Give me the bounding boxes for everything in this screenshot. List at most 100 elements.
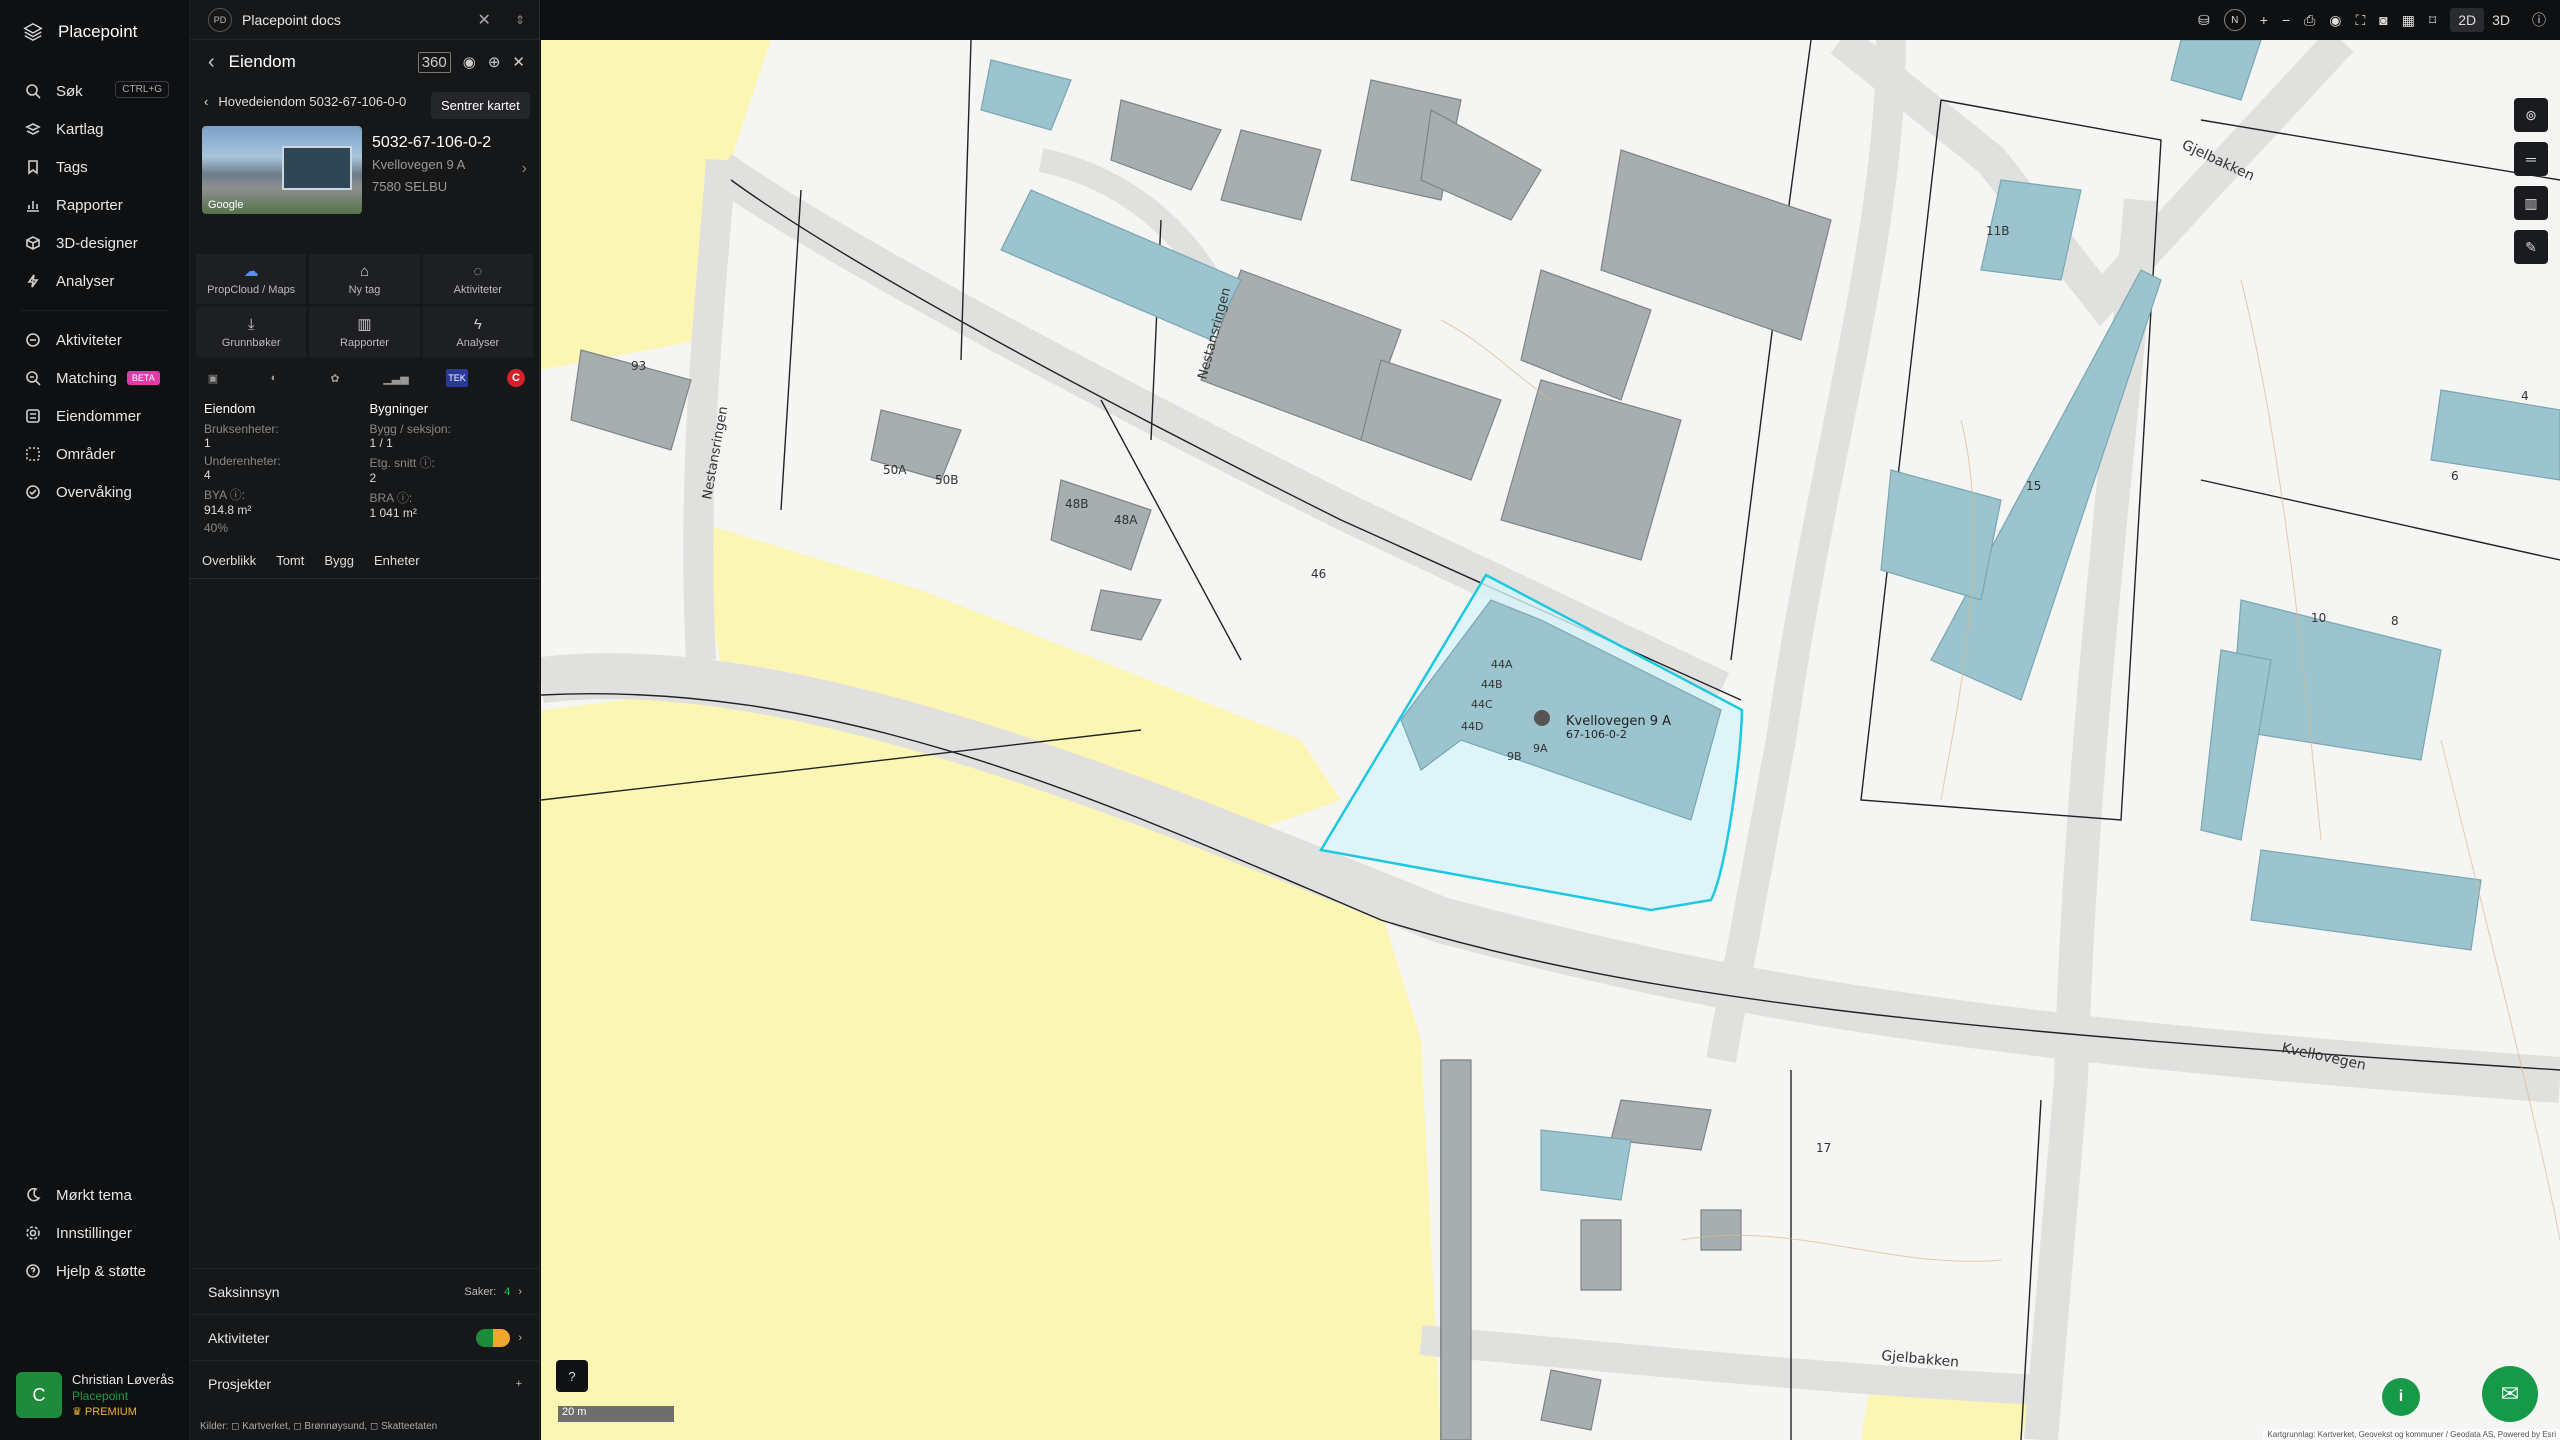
house-number: 17: [1816, 1141, 1831, 1155]
camera-icon[interactable]: ◙: [2379, 12, 2387, 28]
user-profile[interactable]: C Christian Løverås Placepoint ♛ PREMIUM: [16, 1372, 182, 1426]
globe-icon[interactable]: ◐: [263, 369, 285, 387]
mode-3d-button[interactable]: 3D: [2484, 8, 2518, 32]
eye-icon[interactable]: ◉: [463, 53, 476, 71]
c-icon[interactable]: C: [507, 369, 525, 387]
layers-stack-icon[interactable]: ⛁: [2198, 12, 2210, 29]
brand-name: Placepoint: [58, 22, 138, 41]
map-toolbar: ⛁ N + − ⎙ ◉ ⛶ ◙ ▦ ⌑ 2D 3D ⓘ: [541, 0, 2560, 40]
eye-icon[interactable]: ◉: [2329, 12, 2341, 29]
tek-icon[interactable]: TEK: [446, 369, 468, 387]
map-side-tools: ⊚ ═ ▥ ✎: [2514, 98, 2548, 264]
plant-icon[interactable]: ✿: [324, 369, 346, 387]
chart-icon[interactable]: ▥: [2514, 186, 2548, 220]
grid-icon[interactable]: ▦: [2402, 12, 2415, 29]
brand[interactable]: Placepoint: [0, 0, 189, 64]
chevron-right-icon: ›: [518, 1285, 522, 1298]
fullscreen-icon[interactable]: ⛶: [2355, 12, 2365, 29]
document-icon[interactable]: ▣: [202, 369, 224, 387]
streetview-icon[interactable]: 360: [417, 51, 451, 73]
print-icon[interactable]: ⎙: [2304, 12, 2315, 29]
panel-header: ‹ Eiendom 360 ◉ ⊕ ✕: [190, 40, 539, 84]
nav-label: Mørkt tema: [56, 1186, 132, 1204]
saksinnsyn-section[interactable]: Saksinnsyn Saker: 4 ›: [190, 1268, 540, 1314]
info-icon[interactable]: ⓘ: [2532, 10, 2546, 30]
tab-units[interactable]: Enheter: [374, 553, 420, 568]
integration-icons: ▣ ◐ ✿ ▁▃▅ TEK C: [190, 357, 539, 395]
avatar: C: [16, 1372, 62, 1418]
stat-label: Bygg / seksjon:: [369, 422, 451, 436]
signal-icon[interactable]: ▁▃▅: [383, 369, 408, 387]
beta-badge: BETA: [126, 371, 160, 385]
nav-dark-theme[interactable]: Mørkt tema: [0, 1176, 190, 1214]
nav-activities[interactable]: Aktiviteter: [0, 321, 189, 359]
nav-properties[interactable]: Eiendommer: [0, 397, 189, 435]
zoom-out-icon[interactable]: −: [2282, 12, 2290, 28]
nav-label: Eiendommer: [56, 407, 142, 425]
draw-icon[interactable]: ✎: [2514, 230, 2548, 264]
location-pin-icon[interactable]: [1534, 710, 1550, 726]
map-canvas[interactable]: Kvellovegen 9 A 67-106-0-2 Kvellovegen G…: [541, 40, 2560, 1440]
chat-icon: ◌: [473, 262, 483, 280]
nav-help[interactable]: Hjelp & støtte: [0, 1252, 190, 1290]
nav-search[interactable]: Søk CTRL+G: [0, 72, 189, 110]
nav-reports[interactable]: Rapporter: [0, 186, 189, 224]
docs-badge: PD: [208, 7, 232, 32]
main-sidebar: Placepoint Søk CTRL+G Kartlag Tags Rappor…: [0, 0, 190, 1440]
reports-button[interactable]: ▥ Rapporter: [309, 307, 420, 357]
propcloud-button[interactable]: ☁ PropCloud / Maps: [196, 254, 307, 304]
list-icon: [24, 407, 42, 425]
new-tag-button[interactable]: ⌂ Ny tag: [309, 254, 420, 304]
stat-value: 2: [369, 471, 377, 485]
mode-2d-button[interactable]: 2D: [2450, 8, 2485, 32]
stat-label: Etg. snitt ⓘ:: [369, 456, 435, 470]
nav-analyses[interactable]: Analyser: [0, 262, 189, 300]
back-icon[interactable]: ‹: [208, 51, 215, 74]
button-label: Aktiviteter: [453, 283, 502, 296]
tab-building[interactable]: Bygg: [324, 553, 354, 568]
nav-layers[interactable]: Kartlag: [0, 110, 189, 148]
nav-label: Kartlag: [56, 120, 104, 138]
watch-icon: [24, 483, 42, 501]
nav-3d-designer[interactable]: 3D-designer: [0, 224, 189, 262]
chevron-updown-icon[interactable]: ⇕: [515, 13, 525, 27]
property-card[interactable]: Google 5032-67-106-0-2 Kvellovegen 9 A 7…: [190, 118, 539, 254]
nav-label: Innstillinger: [56, 1224, 132, 1242]
chat-icon[interactable]: ✉: [2482, 1366, 2538, 1422]
activities-button[interactable]: ◌ Aktiviteter: [422, 254, 533, 304]
land-registry-button[interactable]: ⤓ Grunnbøker: [196, 307, 307, 357]
nav-monitoring[interactable]: Overvåking: [0, 473, 189, 511]
nav-areas[interactable]: Områder: [0, 435, 189, 473]
nav-settings[interactable]: Innstillinger: [0, 1214, 190, 1252]
tab-overview[interactable]: Overblikk: [202, 553, 256, 568]
count-label: Saker:: [464, 1285, 497, 1298]
compass-icon[interactable]: N: [2223, 9, 2246, 31]
close-icon[interactable]: ✕: [478, 10, 491, 30]
zoom-in-icon[interactable]: +: [2260, 12, 2268, 28]
avatars-icon: [476, 1328, 511, 1347]
projects-section[interactable]: Prosjekter +: [190, 1360, 540, 1406]
chevron-right-icon[interactable]: ›: [522, 160, 527, 246]
nav-matching[interactable]: Matching BETA: [0, 359, 189, 397]
user-org: Placepoint: [72, 1389, 129, 1403]
layers-search-icon[interactable]: ⊚: [2514, 98, 2548, 132]
house-number: 50A: [883, 463, 907, 477]
map-help-icon[interactable]: ?: [556, 1360, 588, 1392]
close-panel-icon[interactable]: ✕: [512, 53, 525, 71]
analyses-button[interactable]: ϟ Analyser: [422, 307, 533, 357]
center-map-icon[interactable]: ⊕: [488, 53, 501, 71]
nav-label: Aktiviteter: [56, 331, 122, 349]
plus-icon[interactable]: +: [516, 1378, 522, 1390]
measure-icon[interactable]: ═: [2514, 142, 2548, 176]
tab-plot[interactable]: Tomt: [276, 553, 304, 568]
bookmark-icon[interactable]: ⌑: [2429, 12, 2436, 29]
info-icon[interactable]: i: [2382, 1378, 2420, 1416]
house-number: 6: [2451, 469, 2459, 483]
nav-tags[interactable]: Tags: [0, 148, 189, 186]
property-photo[interactable]: Google: [202, 126, 362, 214]
docs-title[interactable]: Placepoint docs: [242, 12, 341, 28]
activities-section[interactable]: Aktiviteter ›: [190, 1314, 540, 1360]
house-number: 48B: [1065, 497, 1089, 511]
stats-heading: Bygninger: [369, 401, 429, 416]
nav-label: Matching: [56, 369, 117, 387]
